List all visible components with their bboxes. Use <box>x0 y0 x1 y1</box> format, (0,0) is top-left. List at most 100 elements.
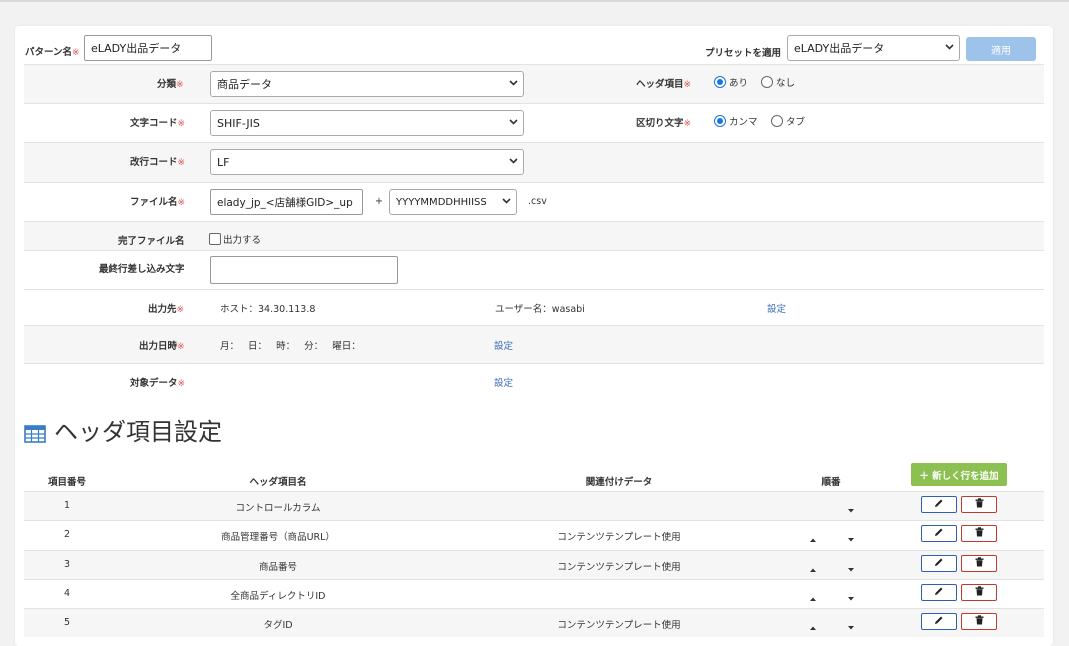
move-down-icon[interactable] <box>847 533 855 542</box>
move-up-icon[interactable] <box>809 621 817 631</box>
delete-button[interactable] <box>961 583 997 601</box>
header-radio-yes[interactable]: あり <box>714 75 748 89</box>
chevron-down-icon <box>502 198 511 206</box>
row-number: 5 <box>63 617 71 629</box>
filename-input[interactable]: elady_jp_<店舗様GID>_up <box>210 189 363 215</box>
pattern-name-input[interactable]: eLADY出品データ <box>84 35 212 61</box>
row-bg <box>24 492 1044 521</box>
trash-icon <box>975 498 984 511</box>
row-header-name: タグID <box>263 620 293 632</box>
move-down-icon[interactable] <box>847 621 855 630</box>
edit-button[interactable] <box>921 613 957 631</box>
row-divider <box>24 520 1044 522</box>
edit-button[interactable] <box>921 554 957 572</box>
radio-checked-icon <box>714 115 726 127</box>
edit-button[interactable] <box>921 583 957 601</box>
delete-button[interactable] <box>961 554 997 572</box>
row-header-name: 商品番号 <box>258 561 298 573</box>
col-header-no: 項目番号 <box>47 477 87 488</box>
target-data-label: 対象データ※ <box>130 378 186 389</box>
trash-icon <box>975 556 984 570</box>
row-divider <box>24 289 1044 290</box>
move-down-icon[interactable] <box>847 563 855 572</box>
row-divider <box>24 182 1044 183</box>
delete-button[interactable] <box>961 613 997 631</box>
preset-label: プリセットを適用 <box>705 48 782 59</box>
row-header-name: 全商品ディレクトリID <box>230 590 326 602</box>
output-time-label: 出力日時※ <box>139 341 185 352</box>
category-label: 分類※ <box>157 79 184 90</box>
checkbox-icon <box>209 233 221 245</box>
top-divider <box>0 0 1069 2</box>
newline-label: 改行コード※ <box>130 157 186 168</box>
row-number: 2 <box>63 529 71 541</box>
move-up-icon[interactable] <box>809 563 817 572</box>
delete-button[interactable] <box>961 525 997 543</box>
move-up-icon[interactable] <box>809 533 817 543</box>
radio-unchecked-icon <box>771 115 783 127</box>
output-time-settings-link[interactable]: 設定 <box>494 338 513 352</box>
target-data-settings-link[interactable]: 設定 <box>494 375 513 389</box>
table-icon <box>24 421 46 443</box>
output-dest-settings-link[interactable]: 設定 <box>767 301 786 315</box>
row-number: 1 <box>63 500 71 511</box>
filename-extension: .csv <box>528 196 547 207</box>
row-related-data: コンテンツテンプレート使用 <box>557 620 681 632</box>
add-row-button[interactable]: ＋ 新しく行を追加 <box>911 463 1007 486</box>
col-header-order: 順番 <box>821 477 841 488</box>
output-dest-label: 出力先※ <box>148 304 185 315</box>
move-down-icon[interactable] <box>847 592 855 601</box>
edit-button[interactable] <box>921 496 957 513</box>
pencil-icon <box>934 615 944 628</box>
charset-select[interactable]: SHIF-JIS <box>210 110 524 136</box>
pattern-name-label: パターン名※ <box>25 47 80 58</box>
row-header-name: 商品管理番号（商品URL） <box>221 532 335 544</box>
edit-button[interactable] <box>921 525 957 543</box>
col-header-name: ヘッダ項目名 <box>249 477 307 488</box>
row-header-name: コントロールカラム <box>235 503 321 514</box>
host-text: ホスト：34.30.113.8 <box>220 304 316 315</box>
radio-checked-icon <box>714 76 726 88</box>
row-number: 4 <box>63 587 71 599</box>
pencil-icon <box>934 498 944 511</box>
pencil-icon <box>934 586 944 599</box>
category-select[interactable]: 商品データ <box>210 71 524 97</box>
move-up-icon[interactable] <box>809 592 817 601</box>
filename-date-select[interactable]: YYYYMMDDHHIISS <box>389 189 517 215</box>
row-related-data: コンテンツテンプレート使用 <box>557 561 681 573</box>
settings-panel: パターン名※ eLADY出品データ プリセットを適用 eLADY出品データ 適用… <box>15 26 1053 646</box>
complete-file-checkbox[interactable]: 出力する <box>209 232 261 246</box>
delimiter-radio-comma[interactable]: カンマ <box>714 114 758 128</box>
chevron-down-icon <box>509 80 518 88</box>
row-divider <box>24 363 1044 364</box>
row-bg <box>24 550 1044 579</box>
apply-button[interactable]: 適用 <box>966 37 1036 61</box>
chevron-down-icon <box>945 44 954 52</box>
row-number: 3 <box>63 558 71 570</box>
delimiter-radio-tab[interactable]: タブ <box>771 114 805 128</box>
complete-file-label: 完了ファイル名 <box>118 236 185 247</box>
radio-unchecked-icon <box>761 76 773 88</box>
filename-plus: + <box>375 196 383 207</box>
move-down-icon[interactable] <box>847 504 855 513</box>
col-header-related: 関連付けデータ <box>585 477 653 488</box>
row-divider <box>24 250 1044 251</box>
chevron-down-icon <box>509 119 518 127</box>
header-radio-no[interactable]: なし <box>761 75 795 89</box>
user-text: ユーザー名：wasabi <box>495 304 585 315</box>
trash-icon <box>975 527 984 540</box>
row-related-data: コンテンツテンプレート使用 <box>557 532 681 544</box>
row-divider <box>24 578 1044 580</box>
trash-icon <box>975 586 984 599</box>
last-line-label: 最終行差し込み文字 <box>99 264 185 275</box>
trash-icon <box>975 615 984 628</box>
preset-select[interactable]: eLADY出品データ <box>787 35 960 61</box>
last-line-input[interactable] <box>210 256 398 284</box>
delimiter-label: 区切り文字※ <box>636 118 692 129</box>
pencil-icon <box>934 557 944 570</box>
output-time-text: 月： 日： 時： 分： 曜日： <box>220 341 361 352</box>
newline-select[interactable]: LF <box>210 149 524 175</box>
delete-button[interactable] <box>961 496 997 513</box>
row-divider <box>24 103 1044 104</box>
chevron-down-icon <box>509 158 518 166</box>
